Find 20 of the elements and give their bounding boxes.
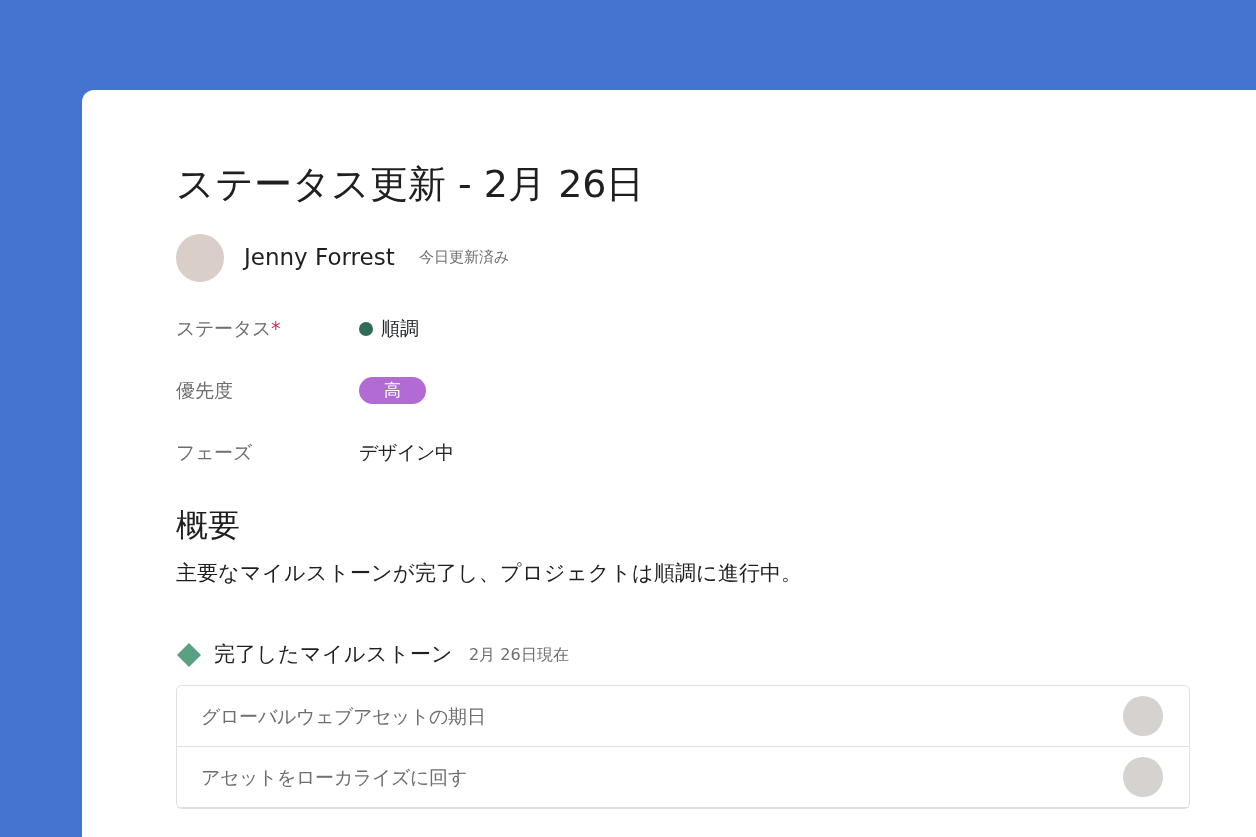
updated-label: 今日更新済み — [418, 247, 509, 269]
field-label: 優先度 — [176, 379, 233, 402]
required-mark: * — [271, 317, 281, 340]
milestone-name: アセットをローカライズに回す — [201, 764, 467, 790]
field-label: ステータス — [176, 317, 271, 340]
avatar — [176, 233, 224, 282]
diamond-icon — [176, 642, 202, 669]
page-title: ステータス更新 - 2月 26日 — [176, 162, 646, 208]
avatar — [1123, 757, 1163, 797]
priority-tag: 高 — [359, 376, 426, 405]
author-name: Jenny Forrest — [244, 243, 395, 273]
milestone-date: 2月 26日現在 — [469, 644, 569, 667]
field-value: デザイン中 — [359, 440, 454, 466]
milestone-heading: 完了したマイルストーン — [214, 641, 453, 669]
milestone-name: グローバルウェブアセットの期日 — [201, 703, 486, 729]
field-label: フェーズ — [176, 441, 252, 464]
summary-text: 主要なマイルストーンが完了し、プロジェクトは順調に進行中。 — [176, 560, 803, 587]
section-heading: 概要 — [176, 505, 241, 544]
status-value: 順調 — [381, 316, 419, 342]
avatar — [1123, 696, 1163, 736]
